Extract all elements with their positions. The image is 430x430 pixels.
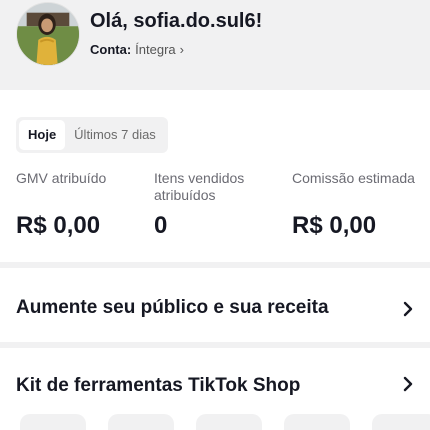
- chevron-right-icon: [400, 300, 416, 318]
- stats-card: Hoje Últimos 7 dias GMV atribuído R$ 0,0…: [0, 90, 430, 262]
- toolkit-item[interactable]: [284, 414, 350, 430]
- metric-value: R$ 0,00: [16, 212, 101, 239]
- account-label: Conta:: [90, 42, 132, 57]
- profile-header: Olá, sofia.do.sul6! Conta: Íntegra ›: [0, 0, 430, 90]
- metric-items-sold[interactable]: Itens vendidos atribuídos 0: [154, 170, 284, 239]
- metric-value: R$ 0,00: [292, 212, 377, 239]
- tab-last-7-days[interactable]: Últimos 7 dias: [65, 120, 165, 150]
- toolkit-item[interactable]: [108, 414, 174, 430]
- account-link[interactable]: Conta: Íntegra ›: [90, 42, 184, 57]
- grow-audience-row[interactable]: Aumente seu público e sua receita: [0, 268, 430, 342]
- avatar-photo: [17, 3, 79, 65]
- period-segmented-control: Hoje Últimos 7 dias: [16, 117, 168, 153]
- avatar[interactable]: [16, 2, 80, 66]
- grow-audience-title: Aumente seu público e sua receita: [16, 297, 329, 318]
- chevron-right-icon[interactable]: [400, 375, 416, 393]
- metric-gmv[interactable]: GMV atribuído R$ 0,00: [16, 170, 146, 239]
- metric-label: GMV atribuído: [16, 170, 107, 186]
- toolkit-title: Kit de ferramentas TikTok Shop: [16, 375, 301, 396]
- account-value: Íntegra: [135, 42, 176, 57]
- tab-today[interactable]: Hoje: [19, 120, 66, 150]
- tiktok-shop-toolkit-section: Kit de ferramentas TikTok Shop: [0, 348, 430, 430]
- metric-value: 0: [154, 212, 168, 239]
- metric-label: Comissão estimada: [292, 170, 415, 186]
- greeting-title: Olá, sofia.do.sul6!: [90, 10, 263, 32]
- metric-label: Itens vendidos atribuídos: [154, 170, 245, 203]
- metric-commission[interactable]: Comissão estimada R$ 0,00: [292, 170, 422, 239]
- toolkit-item[interactable]: [20, 414, 86, 430]
- chevron-right-icon: ›: [179, 42, 184, 57]
- toolkit-item[interactable]: [196, 414, 262, 430]
- toolkit-item[interactable]: [372, 414, 430, 430]
